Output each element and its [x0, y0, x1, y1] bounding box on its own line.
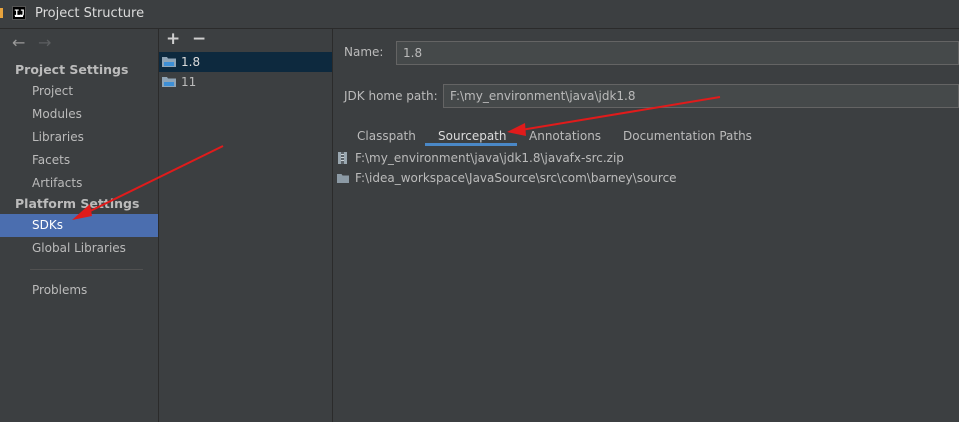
sdk-list: 1.8 11: [159, 52, 332, 422]
sdk-item-11[interactable]: 11: [159, 72, 332, 92]
sourcepath-item[interactable]: F:\idea_workspace\JavaSource\src\com\bar…: [337, 168, 677, 188]
jdk-folder-icon: [162, 77, 176, 87]
jdk-folder-icon: [162, 57, 176, 67]
sidebar-item-artifacts[interactable]: Artifacts: [0, 172, 158, 194]
sidebar-item-global-libraries[interactable]: Global Libraries: [0, 237, 158, 259]
name-field[interactable]: [396, 41, 959, 65]
name-label: Name:: [344, 45, 384, 59]
window-title: Project Structure: [35, 6, 145, 21]
section-header-platform-settings: Platform Settings: [15, 196, 140, 211]
sdk-item-label: 1.8: [181, 55, 201, 69]
section-header-project-settings: Project Settings: [15, 62, 129, 77]
sdk-panel: + − 1.8 11: [159, 29, 333, 422]
archive-icon: [338, 152, 347, 164]
forward-arrow-icon[interactable]: →: [38, 33, 51, 52]
sourcepath-item[interactable]: F:\my_environment\java\jdk1.8\javafx-src…: [337, 148, 624, 168]
folder-icon: [337, 174, 349, 183]
sidebar-item-modules[interactable]: Modules: [0, 103, 158, 125]
intellij-idea-icon: IJ: [12, 6, 26, 20]
sidebar-item-facets[interactable]: Facets: [0, 149, 158, 171]
tab-classpath[interactable]: Classpath: [357, 124, 416, 148]
remove-sdk-button[interactable]: −: [192, 29, 206, 49]
sidebar-divider: [30, 269, 143, 270]
sidebar-item-sdks[interactable]: SDKs: [0, 214, 158, 237]
sdk-item-1-8[interactable]: 1.8: [159, 52, 332, 72]
sourcepath-text: F:\idea_workspace\JavaSource\src\com\bar…: [355, 171, 677, 185]
sidebar-item-problems[interactable]: Problems: [0, 279, 158, 301]
sourcepath-text: F:\my_environment\java\jdk1.8\javafx-src…: [355, 151, 624, 165]
settings-sidebar: ← → Project Settings Project Modules Lib…: [0, 29, 159, 422]
sdk-detail-panel: Name: JDK home path: Classpath Sourcepat…: [333, 29, 959, 422]
add-sdk-button[interactable]: +: [166, 29, 180, 49]
tab-annotations[interactable]: Annotations: [529, 124, 601, 148]
active-tab-indicator: [425, 143, 517, 146]
sidebar-item-libraries[interactable]: Libraries: [0, 126, 158, 148]
back-arrow-icon[interactable]: ←: [12, 33, 25, 52]
sidebar-item-project[interactable]: Project: [0, 80, 158, 102]
tab-documentation-paths[interactable]: Documentation Paths: [623, 124, 752, 148]
title-bar: IJ Project Structure: [0, 0, 959, 29]
window-edge-accent: [0, 8, 3, 18]
jdk-home-path-label: JDK home path:: [344, 89, 438, 103]
sdk-item-label: 11: [181, 75, 197, 89]
jdk-home-path-field[interactable]: [443, 84, 959, 108]
